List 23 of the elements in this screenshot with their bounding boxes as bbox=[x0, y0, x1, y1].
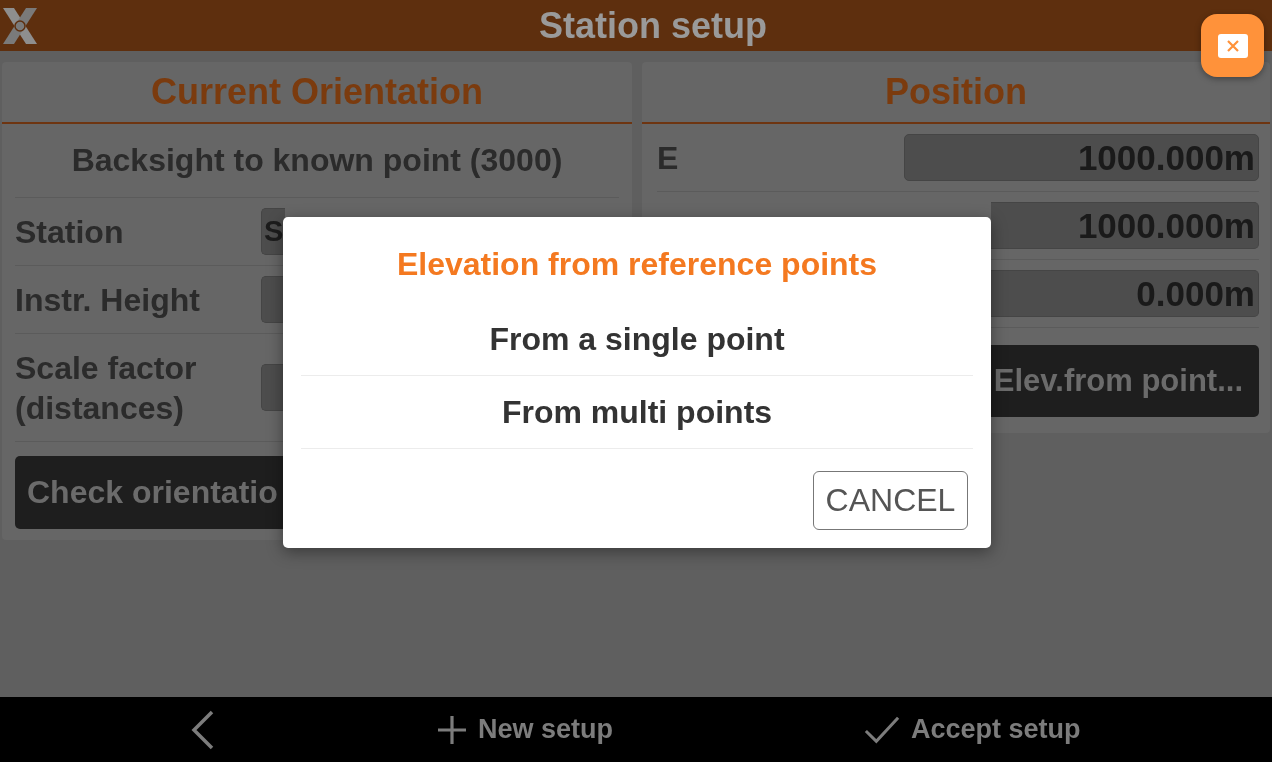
close-button[interactable] bbox=[1201, 14, 1264, 77]
input-field[interactable] bbox=[261, 276, 285, 323]
close-icon bbox=[1217, 33, 1248, 58]
back-button[interactable] bbox=[190, 709, 216, 750]
cancel-button[interactable]: CANCEL bbox=[813, 471, 968, 530]
orientation-method: Backsight to known point (3000) bbox=[15, 124, 619, 198]
dialog-option[interactable]: From multi points bbox=[301, 376, 973, 449]
dialog-title: Elevation from reference points bbox=[395, 245, 879, 284]
accept-setup-button[interactable]: Accept setup bbox=[864, 714, 1081, 745]
chevron-left-icon bbox=[190, 709, 216, 750]
screen-title: Station setup bbox=[538, 4, 767, 47]
new-setup-button[interactable]: New setup bbox=[437, 714, 614, 745]
field-label: Station bbox=[15, 212, 125, 252]
input-field[interactable] bbox=[261, 364, 285, 411]
check-icon bbox=[864, 714, 901, 745]
check-orientation-button[interactable]: Check orientatio bbox=[15, 456, 283, 529]
field-label: E bbox=[657, 138, 680, 178]
panel-heading: Current Orientation bbox=[2, 62, 632, 124]
elevation-button[interactable]: Elev.from point... bbox=[991, 345, 1259, 417]
field-label: Instr. Height bbox=[15, 280, 201, 320]
plus-icon bbox=[437, 714, 467, 745]
field-label: Scale factor (distances) bbox=[15, 348, 198, 428]
dialog-option[interactable]: From a single point bbox=[301, 303, 973, 376]
